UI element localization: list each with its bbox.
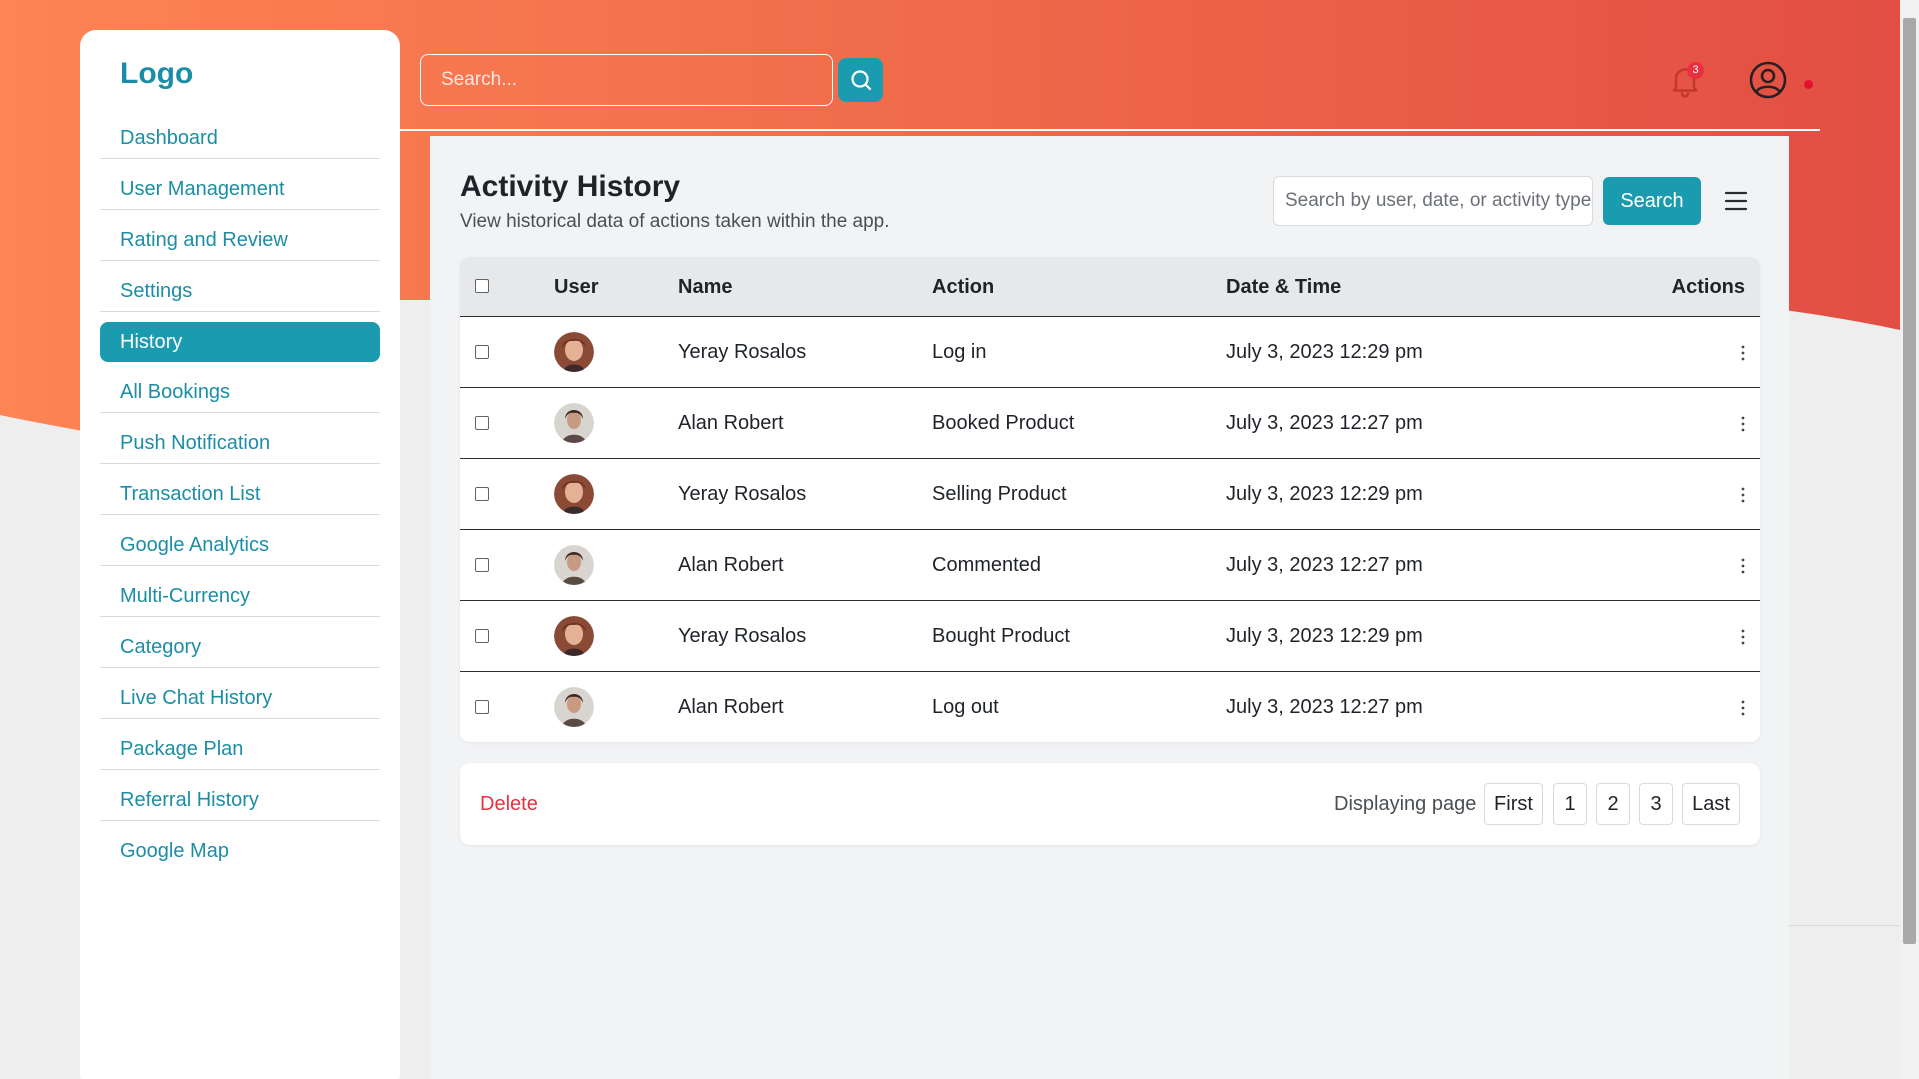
sidebar-item-multi-currency[interactable]: Multi-Currency — [100, 576, 380, 617]
page-title: Activity History — [460, 170, 681, 203]
cell-datetime: July 3, 2023 12:29 pm — [1226, 625, 1423, 647]
cell-datetime: July 3, 2023 12:29 pm — [1226, 483, 1423, 505]
cell-action: Log out — [932, 696, 999, 718]
cell-name: Yeray Rosalos — [678, 483, 807, 505]
cell-action: Bought Product — [932, 625, 1070, 647]
search-icon — [850, 70, 871, 91]
sidebar-item-push-notification[interactable]: Push Notification — [100, 423, 380, 464]
table-row[interactable]: Yeray Rosalos Bought Product July 3, 202… — [460, 601, 1760, 672]
sidebar-item-referral-history[interactable]: Referral History — [100, 780, 380, 821]
cell-action: Commented — [932, 554, 1041, 576]
column-header-action[interactable]: Action — [932, 257, 994, 317]
background-strip — [1789, 925, 1900, 1079]
page-last-button[interactable]: Last — [1682, 783, 1740, 825]
scrollbar-thumb[interactable] — [1903, 18, 1916, 944]
cell-name: Alan Robert — [678, 554, 784, 576]
page-3-button[interactable]: 3 — [1639, 783, 1673, 825]
sidebar-item-all-bookings[interactable]: All Bookings — [100, 372, 380, 413]
select-all-checkbox[interactable] — [475, 279, 489, 293]
row-checkbox[interactable] — [475, 345, 489, 359]
page-subtitle: View historical data of actions taken wi… — [460, 211, 890, 232]
sidebar: Logo Dashboard User Management Rating an… — [80, 30, 400, 1079]
cell-action: Booked Product — [932, 412, 1075, 434]
sidebar-item-google-analytics[interactable]: Google Analytics — [100, 525, 380, 566]
delete-button[interactable]: Delete — [480, 763, 538, 845]
cell-action: Selling Product — [932, 483, 1067, 505]
page-first-button[interactable]: First — [1484, 783, 1543, 825]
table-body: Yeray Rosalos Log in July 3, 2023 12:29 … — [460, 317, 1760, 742]
cell-name: Alan Robert — [678, 696, 784, 718]
table-header: User Name Action Date & Time Actions — [460, 257, 1760, 317]
sidebar-nav: Dashboard User Management Rating and Rev… — [100, 118, 380, 872]
avatar — [554, 616, 594, 656]
sidebar-item-transaction-list[interactable]: Transaction List — [100, 474, 380, 515]
row-more-icon[interactable] — [1740, 345, 1746, 361]
notification-badge: 3 — [1687, 62, 1704, 79]
avatar — [554, 545, 594, 585]
sidebar-item-google-map[interactable]: Google Map — [100, 831, 380, 872]
table-row[interactable]: Yeray Rosalos Selling Product July 3, 20… — [460, 459, 1760, 530]
row-checkbox[interactable] — [475, 416, 489, 430]
activity-search-button[interactable]: Search — [1603, 177, 1701, 225]
logo[interactable]: Logo — [120, 54, 380, 94]
table-row[interactable]: Alan Robert Booked Product July 3, 2023 … — [460, 388, 1760, 459]
sidebar-item-rating-and-review[interactable]: Rating and Review — [100, 220, 380, 261]
table-row[interactable]: Alan Robert Log out July 3, 2023 12:27 p… — [460, 672, 1760, 742]
row-checkbox[interactable] — [475, 629, 489, 643]
sidebar-item-category[interactable]: Category — [100, 627, 380, 668]
hamburger-menu-icon[interactable] — [1724, 189, 1748, 213]
row-checkbox[interactable] — [475, 558, 489, 572]
activity-table: User Name Action Date & Time Actions Yer… — [460, 257, 1760, 742]
sidebar-item-user-management[interactable]: User Management — [100, 169, 380, 210]
row-checkbox[interactable] — [475, 487, 489, 501]
global-search-button[interactable] — [838, 58, 883, 102]
row-checkbox[interactable] — [475, 700, 489, 714]
sidebar-item-dashboard[interactable]: Dashboard — [100, 118, 380, 159]
avatar — [554, 687, 594, 727]
user-profile-icon[interactable] — [1748, 60, 1788, 100]
row-more-icon[interactable] — [1740, 629, 1746, 645]
sidebar-item-settings[interactable]: Settings — [100, 271, 380, 312]
online-status-dot — [1804, 80, 1813, 89]
cell-action: Log in — [932, 341, 987, 363]
column-header-datetime[interactable]: Date & Time — [1226, 257, 1341, 317]
page-2-button[interactable]: 2 — [1596, 783, 1630, 825]
cell-name: Yeray Rosalos — [678, 341, 807, 363]
column-header-name[interactable]: Name — [678, 257, 732, 317]
sidebar-item-package-plan[interactable]: Package Plan — [100, 729, 380, 770]
table-footer: Delete Displaying page First 1 2 3 Last — [460, 763, 1760, 845]
table-row[interactable]: Alan Robert Commented July 3, 2023 12:27… — [460, 530, 1760, 601]
activity-search-input[interactable] — [1273, 176, 1593, 226]
cell-datetime: July 3, 2023 12:27 pm — [1226, 696, 1423, 718]
sidebar-item-live-chat-history[interactable]: Live Chat History — [100, 678, 380, 719]
cell-datetime: July 3, 2023 12:27 pm — [1226, 412, 1423, 434]
avatar — [554, 474, 594, 514]
avatar — [554, 403, 594, 443]
row-more-icon[interactable] — [1740, 487, 1746, 503]
cell-name: Yeray Rosalos — [678, 625, 807, 647]
sidebar-item-history[interactable]: History — [100, 322, 380, 362]
global-search-input[interactable] — [420, 54, 833, 106]
cell-datetime: July 3, 2023 12:29 pm — [1226, 341, 1423, 363]
row-more-icon[interactable] — [1740, 558, 1746, 574]
cell-name: Alan Robert — [678, 412, 784, 434]
main-panel: Activity History View historical data of… — [430, 136, 1789, 1079]
pagination-label: Displaying page — [1334, 793, 1477, 815]
column-header-user[interactable]: User — [554, 257, 598, 317]
row-more-icon[interactable] — [1740, 416, 1746, 432]
page-1-button[interactable]: 1 — [1553, 783, 1587, 825]
cell-datetime: July 3, 2023 12:27 pm — [1226, 554, 1423, 576]
row-more-icon[interactable] — [1740, 700, 1746, 716]
table-row[interactable]: Yeray Rosalos Log in July 3, 2023 12:29 … — [460, 317, 1760, 388]
avatar — [554, 332, 594, 372]
column-header-actions: Actions — [1671, 276, 1745, 298]
header-divider — [400, 129, 1820, 131]
